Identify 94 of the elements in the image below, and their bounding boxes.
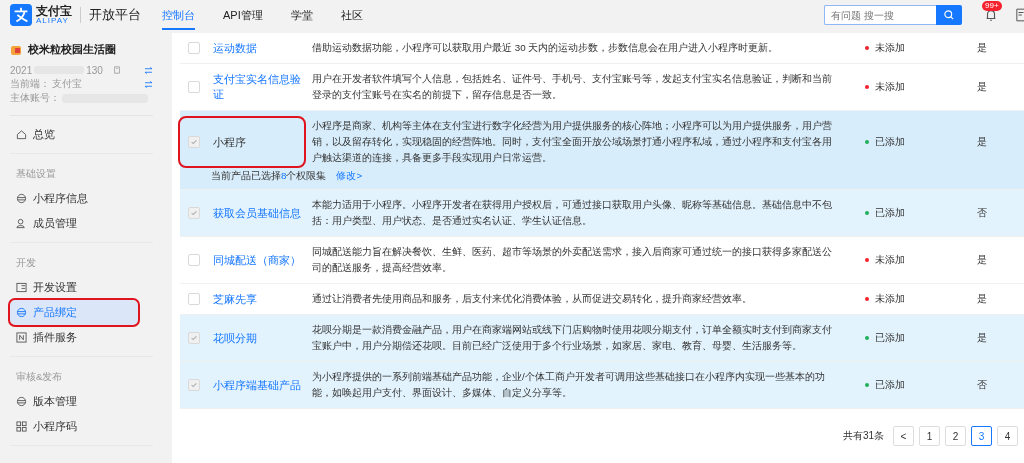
checkbox[interactable] [188, 293, 200, 305]
checkbox[interactable] [188, 136, 200, 148]
permission-note: 当前产品已选择8个权限集 [211, 170, 327, 181]
status-text: 已添加 [875, 135, 905, 149]
table-cell-text: 否 [976, 378, 987, 392]
notification-badge: 99+ [982, 1, 1002, 11]
client-value: 支付宝 [52, 77, 82, 91]
check-icon [190, 334, 198, 342]
product-name-link[interactable]: 花呗分期 [213, 330, 304, 346]
product-description: 同城配送能力旨在解决餐饮、生鲜、医药、超市等场景的外卖配送需求，接入后商家可通过统一的接口获得多家配送公司的配送服务，提高经营效率。 [312, 245, 833, 275]
nav-tab[interactable]: API管理 [223, 0, 263, 30]
person-icon [16, 218, 27, 229]
product-name-link[interactable]: 小程序 [213, 134, 304, 150]
logo-name: 支付宝 [36, 5, 72, 17]
product-name-link[interactable]: 运动数据 [213, 40, 304, 56]
document-icon[interactable] [1016, 7, 1024, 23]
account-label: 主体账号： [10, 91, 60, 105]
checkbox[interactable] [188, 81, 200, 93]
product-name-link[interactable]: 芝麻先享 [213, 291, 304, 307]
search-button[interactable] [936, 5, 962, 25]
table-cell-text: 是 [976, 292, 987, 306]
switch-icon[interactable] [144, 80, 153, 88]
checkbox[interactable] [188, 42, 200, 54]
product-description: 用户在开发者软件填写个人信息，包括姓名、证件号、手机号、支付宝账号等，发起支付宝实名信息验证，判断和当前登录的支付宝账号在实名的前提下，留存信息是否一致。 [312, 72, 833, 102]
table-cell-text: 是 [976, 135, 987, 149]
product-name-link[interactable]: 小程序端基础产品 [213, 377, 304, 393]
product-name-link[interactable]: 同城配送（商家） [213, 252, 304, 268]
checkbox[interactable] [188, 379, 200, 391]
previous-page-button[interactable]: < [893, 426, 914, 446]
nav-tab[interactable]: 控制台 [162, 0, 195, 30]
sidebar-item[interactable]: 成员管理 [10, 211, 138, 236]
table-cell-text: 是 [976, 253, 987, 267]
globe-icon [16, 193, 27, 204]
app-avatar-icon [10, 43, 22, 56]
logo-subtitle: ALIPAY [36, 17, 70, 25]
table-cell-text: 是 [976, 331, 987, 345]
copy-icon[interactable] [112, 66, 121, 74]
product-name-link[interactable]: 支付宝实名信息验证 [213, 72, 304, 102]
modify-link[interactable]: 修改> [336, 170, 363, 181]
app-id: 130 [86, 64, 103, 76]
page-button[interactable]: 3 [971, 426, 992, 446]
status-text: 已添加 [875, 331, 905, 345]
product-description: 为小程序提供的一系列前端基础产品功能，企业/个体工商户开发者可调用这些基础接口在小程序内实现一些基本的功能，如唤起用户支付、界面设计、多媒体、自定义分享等。 [312, 370, 826, 400]
logo-icon [10, 4, 32, 26]
grid-icon [16, 421, 27, 432]
checkbox[interactable] [188, 254, 200, 266]
sidebar-item[interactable]: 版本管理 [10, 389, 138, 414]
status-text: 未添加 [875, 253, 905, 267]
sidebar-section-title: 开发 [15, 256, 37, 270]
page-button[interactable]: 1 [919, 426, 940, 446]
app-id: 2021 [10, 64, 33, 76]
checkbox[interactable] [188, 207, 200, 219]
status-text: 未添加 [875, 41, 905, 55]
sidebar-section-title: 基础设置 [15, 167, 57, 181]
check-icon [190, 209, 198, 217]
house-icon [16, 129, 27, 140]
search-icon [943, 9, 955, 21]
sidebar-item[interactable]: 小程序码 [10, 414, 138, 439]
status-text: 已添加 [875, 378, 905, 392]
table-cell-text: 是 [976, 80, 987, 94]
product-description: 通过让消费者先使用商品和服务，后支付来优化消费体验，从而促进交易转化，提升商家经营效率。 [312, 292, 753, 306]
product-description: 花呗分期是一款消费金融产品，用户在商家端网站或线下门店购物时使用花呗分期支付，订单全额实时支付到商家支付宝账户中，用户分期偿还花呗。目前已经广泛使用于多个行业场景，如家居、家电、教育、母婴、生活服务等。 [312, 323, 833, 353]
client-label: 当前端： [10, 77, 50, 91]
product-description: 本能力适用于小程序。小程序开发者在获得用户授权后，可通过接口获取用户头像、昵称等基础信息。基础信息中不包括：用户类型、用户状态、是否通过实名认证、学生认证信息。 [312, 198, 833, 228]
bell-icon[interactable] [984, 8, 998, 22]
product-name-link[interactable]: 获取会员基础信息 [213, 205, 304, 221]
sidebar-item[interactable]: 总览 [10, 122, 138, 147]
checkbox[interactable] [188, 332, 200, 344]
search-field[interactable]: 有问题 搜一搜 [824, 5, 936, 25]
globe-icon [16, 396, 27, 407]
sidebar-item[interactable]: 开发设置 [10, 275, 138, 300]
panel-icon [16, 282, 27, 293]
status-text: 未添加 [875, 80, 905, 94]
page-button[interactable]: 4 [997, 426, 1018, 446]
product-description: 小程序是商家、机构等主体在支付宝进行数字化经营为用户提供服务的核心阵地；小程序可以为用户提供服务，用户营销，以及留存转化，实现稳固的经营阵地。同时，支付宝全面开放公域场景打通小程序私域，通过小程序和支付宝各用户触达渠道的连接，具备更多手段实现用户日常运营。 [312, 119, 833, 165]
sidebar-item[interactable]: 插件服务 [10, 325, 138, 350]
nav-tab[interactable]: 社区 [340, 0, 363, 30]
total-count: 共有31条 [842, 429, 884, 443]
platform-title: 开放平台 [89, 6, 141, 24]
switch-icon[interactable] [144, 66, 153, 74]
product-description: 借助运动数据功能，小程序可以获取用户最近 30 天内的运动步数，步数信息会在用户进入小程序时更新。 [312, 41, 780, 55]
nav-tab[interactable]: 学堂 [290, 0, 313, 30]
table-cell-text: 否 [976, 206, 987, 220]
table-cell-text: 是 [976, 41, 987, 55]
status-text: 未添加 [875, 292, 905, 306]
check-icon [190, 138, 198, 146]
plugin-icon [16, 332, 27, 343]
sidebar-item[interactable]: 小程序信息 [10, 186, 138, 211]
sidebar-section-title: 审核&发布 [15, 370, 64, 384]
globe-icon [16, 307, 27, 318]
page-button[interactable]: 2 [945, 426, 966, 446]
app-name: 校米粒校园生活圈 [28, 42, 116, 57]
status-text: 已添加 [875, 206, 905, 220]
check-icon [190, 381, 198, 389]
